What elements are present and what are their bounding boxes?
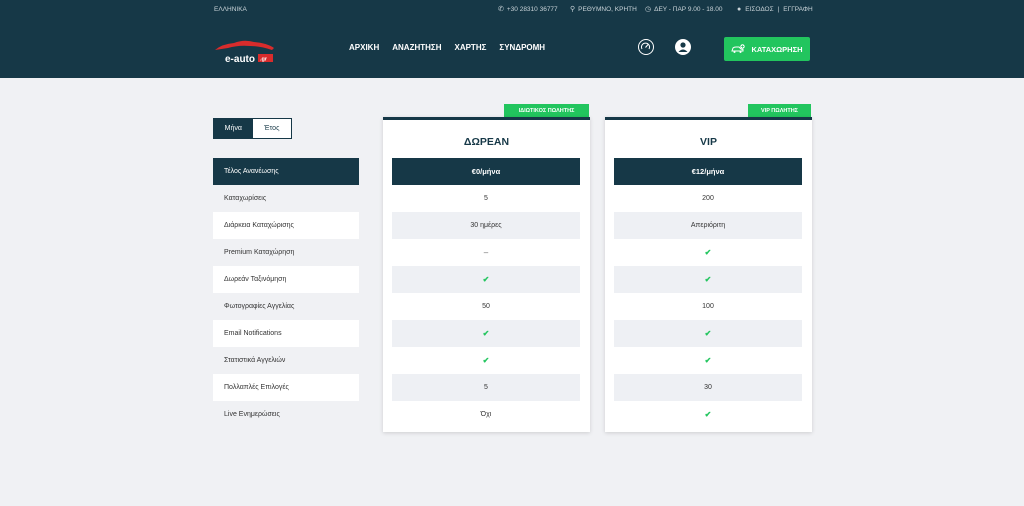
car-logo-icon: e-auto .gr <box>215 40 274 65</box>
speedometer-icon[interactable] <box>638 39 654 55</box>
plan-card-free: ΔΩΡΕΑΝ €0/μήνα 5 30 ημέρες – ✔ 50 ✔ ✔ 5 … <box>383 117 590 432</box>
nav-home[interactable]: ΑΡΧΙΚΗ <box>349 43 379 52</box>
register-link[interactable]: ΕΓΓΡΑΦΗ <box>783 6 812 13</box>
plan-name: ΔΩΡΕΑΝ <box>463 136 510 148</box>
plan-cell: 30 <box>614 374 802 401</box>
feature-labels: Τέλος Ανανέωσης Καταχωρίσεις Διάρκεια Κα… <box>213 158 359 428</box>
toggle-month[interactable]: Μήνα <box>214 119 253 138</box>
hours-text: ΔΕΥ - ΠΑΡ 9.00 - 18.00 <box>654 6 723 13</box>
plan-rows: €0/μήνα 5 30 ημέρες – ✔ 50 ✔ ✔ 5 Όχι <box>392 158 580 428</box>
nav-search[interactable]: ΑΝΑΖΗΤΗΣΗ <box>392 43 441 52</box>
plan-price: €12/μήνα <box>614 158 802 185</box>
feature-label: Premium Καταχώρηση <box>224 249 295 256</box>
auth-links: ● ΕΙΣΟΔΟΣ | ΕΓΓΡΑΦΗ <box>737 6 813 13</box>
feature-label: Στατιστικά Αγγελιών <box>224 357 286 364</box>
plan-cell: 5 <box>484 195 488 202</box>
plan-card-vip: VIP €12/μήνα 200 Απεριόριτη ✔ ✔ 100 ✔ ✔ … <box>605 117 812 432</box>
auth-separator: | <box>777 6 780 13</box>
logo-suffix: .gr <box>260 57 268 63</box>
hours-info: ◷ ΔΕΥ - ΠΑΡ 9.00 - 18.00 <box>645 6 723 13</box>
check-icon: ✔ <box>482 356 490 365</box>
login-link[interactable]: ΕΙΣΟΔΟΣ <box>745 6 773 13</box>
main-nav: ΑΡΧΙΚΗ ΑΝΑΖΗΤΗΣΗ ΧΑΡΤΗΣ ΣΥΝΔΡΟΜΗ <box>349 43 545 52</box>
nav-subscription[interactable]: ΣΥΝΔΡΟΜΗ <box>499 43 545 52</box>
check-icon: ✔ <box>392 320 580 347</box>
site-logo[interactable]: e-auto .gr <box>212 37 278 67</box>
check-icon: ✔ <box>704 248 712 257</box>
car-plus-icon <box>731 44 746 53</box>
phone-number: +30 28310 36777 <box>506 6 558 13</box>
feature-header: Τέλος Ανανέωσης <box>213 158 359 185</box>
map-pin-icon: ⚲ <box>570 6 576 13</box>
plan-cell: – <box>483 248 489 257</box>
nav-map[interactable]: ΧΑΡΤΗΣ <box>454 43 486 52</box>
plan-name: VIP <box>700 136 717 148</box>
check-icon: ✔ <box>704 356 712 365</box>
check-icon: ✔ <box>614 320 802 347</box>
plan-badge-vip: VIP ΠΩΛΗΤΗΣ <box>748 104 811 117</box>
user-small-icon: ● <box>737 6 742 13</box>
plan-cell: 100 <box>702 303 714 310</box>
location-info: ⚲ ΡΕΘΥΜΝΟ, ΚΡΗΤΗ <box>570 6 637 13</box>
phone-info[interactable]: ✆ +30 28310 36777 <box>498 6 558 13</box>
site-header: ΕΛΛΗΝΙΚΑ ✆ +30 28310 36777 ⚲ ΡΕΘΥΜΝΟ, ΚΡ… <box>0 0 1024 78</box>
plan-cell: Απεριόριτη <box>614 212 802 239</box>
plan-price: €0/μήνα <box>392 158 580 185</box>
plan-badge-free: ΙΔΙΩΤΙΚΟΣ ΠΩΛΗΤΗΣ <box>504 104 589 117</box>
plan-cell: 30 ημέρες <box>392 212 580 239</box>
plan-cell: Όχι <box>480 411 492 418</box>
feature-label: Διάρκεια Καταχώρισης <box>213 212 359 239</box>
account-icon[interactable] <box>675 39 691 55</box>
toggle-year[interactable]: Έτος <box>253 119 292 138</box>
plan-cell: 200 <box>702 195 714 202</box>
feature-label: Φωτογραφίες Αγγελίας <box>224 303 295 310</box>
phone-icon: ✆ <box>498 6 504 13</box>
feature-label: Email Notifications <box>213 320 359 347</box>
feature-label: Πολλαπλές Επιλογές <box>213 374 359 401</box>
feature-label: Live Ενημερώσεις <box>224 411 280 418</box>
logo-text: e-auto <box>225 54 255 65</box>
language-switch[interactable]: ΕΛΛΗΝΙΚΑ <box>214 6 247 13</box>
location-text: ΡΕΘΥΜΝΟ, ΚΡΗΤΗ <box>578 6 637 13</box>
add-listing-button[interactable]: ΚΑΤΑΧΩΡΗΣΗ <box>724 37 810 61</box>
feature-label: Δωρεάν Ταξινόμηση <box>213 266 359 293</box>
check-icon: ✔ <box>614 266 802 293</box>
top-bar: ΕΛΛΗΝΙΚΑ ✆ +30 28310 36777 ⚲ ΡΕΘΥΜΝΟ, ΚΡ… <box>0 6 1024 16</box>
feature-label: Καταχωρίσεις <box>224 195 267 202</box>
plan-cell: 50 <box>482 303 490 310</box>
clock-icon: ◷ <box>645 6 652 13</box>
add-listing-label: ΚΑΤΑΧΩΡΗΣΗ <box>751 44 803 54</box>
check-icon: ✔ <box>392 266 580 293</box>
plan-rows: €12/μήνα 200 Απεριόριτη ✔ ✔ 100 ✔ ✔ 30 ✔ <box>614 158 802 428</box>
billing-period-toggle: Μήνα Έτος <box>213 118 292 139</box>
check-icon: ✔ <box>704 410 712 419</box>
plan-cell: 5 <box>392 374 580 401</box>
